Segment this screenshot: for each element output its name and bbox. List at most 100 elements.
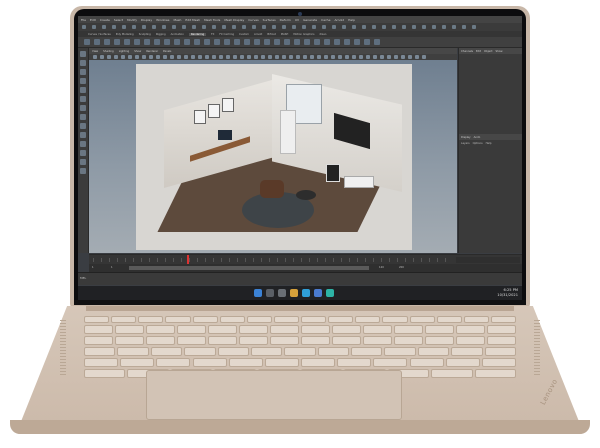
status-tool-icon[interactable]: [392, 25, 396, 29]
keyboard-key[interactable]: [146, 325, 175, 334]
shelf-tool-icon[interactable]: [324, 39, 330, 45]
shelf-tab-7[interactable]: FX Caching: [219, 33, 234, 36]
keyboard-key[interactable]: [192, 358, 227, 367]
status-tool-icon[interactable]: [442, 25, 446, 29]
keyboard-key[interactable]: [84, 347, 116, 356]
status-tool-icon[interactable]: [312, 25, 316, 29]
viewport-tool-icon[interactable]: [184, 55, 188, 59]
keyboard-key[interactable]: [436, 316, 462, 323]
viewport-tool-icon[interactable]: [331, 55, 335, 59]
keyboard-key[interactable]: [373, 358, 408, 367]
status-tool-icon[interactable]: [342, 25, 346, 29]
playback-controls[interactable]: [456, 257, 520, 263]
viewport-tool-icon[interactable]: [219, 55, 223, 59]
toolbox-tool-icon[interactable]: [80, 123, 86, 129]
status-tool-icon[interactable]: [302, 25, 306, 29]
keyboard-key[interactable]: [84, 316, 110, 323]
viewport-tool-icon[interactable]: [366, 55, 370, 59]
viewport-tool-icon[interactable]: [121, 55, 125, 59]
viewport-tool-icon[interactable]: [275, 55, 279, 59]
status-tool-icon[interactable]: [452, 25, 456, 29]
menu-item-18[interactable]: Help: [348, 18, 355, 22]
status-tool-icon[interactable]: [462, 25, 466, 29]
viewport-tool-icon[interactable]: [359, 55, 363, 59]
status-tool-icon[interactable]: [382, 25, 386, 29]
toolbox-tool-icon[interactable]: [80, 60, 86, 66]
shelf-tool-icon[interactable]: [224, 39, 230, 45]
shelf-tool-icon[interactable]: [254, 39, 260, 45]
start-icon[interactable]: [254, 289, 262, 297]
menu-item-4[interactable]: Modify: [127, 18, 137, 22]
keyboard-key[interactable]: [270, 325, 299, 334]
status-tool-icon[interactable]: [252, 25, 256, 29]
viewport-tool-icon[interactable]: [373, 55, 377, 59]
shelf-tool-icon[interactable]: [94, 39, 100, 45]
shelf-tab-6[interactable]: FX: [211, 33, 214, 36]
shelf-tab-0[interactable]: Curves / Surfaces: [88, 33, 111, 36]
status-tool-icon[interactable]: [172, 25, 176, 29]
menu-item-14[interactable]: UV: [295, 18, 299, 22]
menu-item-5[interactable]: Display: [141, 18, 152, 22]
keyboard-key[interactable]: [156, 358, 191, 367]
shelf-tool-icon[interactable]: [124, 39, 130, 45]
keyboard-key[interactable]: [184, 347, 216, 356]
keyboard-key[interactable]: [239, 325, 268, 334]
status-tool-icon[interactable]: [112, 25, 116, 29]
viewport-tool-icon[interactable]: [212, 55, 216, 59]
status-tool-icon[interactable]: [142, 25, 146, 29]
channel-tab-0[interactable]: Channels: [461, 50, 473, 53]
keyboard-key[interactable]: [228, 358, 263, 367]
shelf-tab-4[interactable]: Animation: [171, 33, 184, 36]
viewport-tool-icon[interactable]: [142, 55, 146, 59]
viewport-tool-icon[interactable]: [149, 55, 153, 59]
menu-item-6[interactable]: Windows: [156, 18, 169, 22]
status-tool-icon[interactable]: [222, 25, 226, 29]
keyboard-key[interactable]: [451, 347, 483, 356]
menu-item-12[interactable]: Surfaces: [263, 18, 276, 22]
layer-tab-0[interactable]: Display: [461, 136, 471, 139]
shelf-tab-9[interactable]: Arnold: [254, 33, 262, 36]
status-tool-icon[interactable]: [102, 25, 106, 29]
keyboard-key[interactable]: [208, 325, 237, 334]
viewport-tool-icon[interactable]: [233, 55, 237, 59]
viewport-tool-icon[interactable]: [226, 55, 230, 59]
viewport-tool-icon[interactable]: [352, 55, 356, 59]
viewport-menu-item-4[interactable]: Renderer: [146, 50, 158, 53]
layer-menu-item-2[interactable]: Help: [486, 142, 492, 145]
keyboard-key[interactable]: [431, 369, 473, 378]
shelf-tool-icon[interactable]: [354, 39, 360, 45]
range-slider[interactable]: 1 1 120 200: [89, 264, 522, 272]
shelf-tool-icon[interactable]: [304, 39, 310, 45]
channel-tab-1[interactable]: Edit: [476, 50, 481, 53]
viewport-tool-icon[interactable]: [247, 55, 251, 59]
menu-item-11[interactable]: Curves: [248, 18, 258, 22]
keyboard-key[interactable]: [138, 316, 164, 323]
keyboard-key[interactable]: [394, 325, 423, 334]
task-view-icon[interactable]: [278, 289, 286, 297]
keyboard-key[interactable]: [487, 336, 516, 345]
status-tool-icon[interactable]: [182, 25, 186, 29]
viewport-menu-item-1[interactable]: Shading: [103, 50, 114, 53]
keyboard-key[interactable]: [250, 347, 283, 356]
keyboard-key[interactable]: [332, 325, 361, 334]
keyboard-key[interactable]: [192, 316, 218, 323]
shelf-tool-icon[interactable]: [174, 39, 180, 45]
menu-item-13[interactable]: Deform: [280, 18, 291, 22]
viewport-tool-icon[interactable]: [394, 55, 398, 59]
menu-item-0[interactable]: File: [81, 18, 86, 22]
status-tool-icon[interactable]: [412, 25, 416, 29]
shelf-tool-icon[interactable]: [154, 39, 160, 45]
menu-item-16[interactable]: Cache: [321, 18, 330, 22]
keyboard-key[interactable]: [384, 347, 416, 356]
keyboard-key[interactable]: [445, 358, 480, 367]
viewport-3d[interactable]: [89, 60, 457, 253]
menu-item-3[interactable]: Select: [114, 18, 123, 22]
status-tool-icon[interactable]: [212, 25, 216, 29]
clock[interactable]: 6:25 PM 10/31/2021: [497, 288, 518, 297]
status-tool-icon[interactable]: [352, 25, 356, 29]
keyboard-key[interactable]: [239, 336, 268, 345]
shelf-tab-1[interactable]: Poly Modeling: [116, 33, 134, 36]
viewport-tool-icon[interactable]: [317, 55, 321, 59]
shelf-tool-icon[interactable]: [294, 39, 300, 45]
status-tool-icon[interactable]: [122, 25, 126, 29]
